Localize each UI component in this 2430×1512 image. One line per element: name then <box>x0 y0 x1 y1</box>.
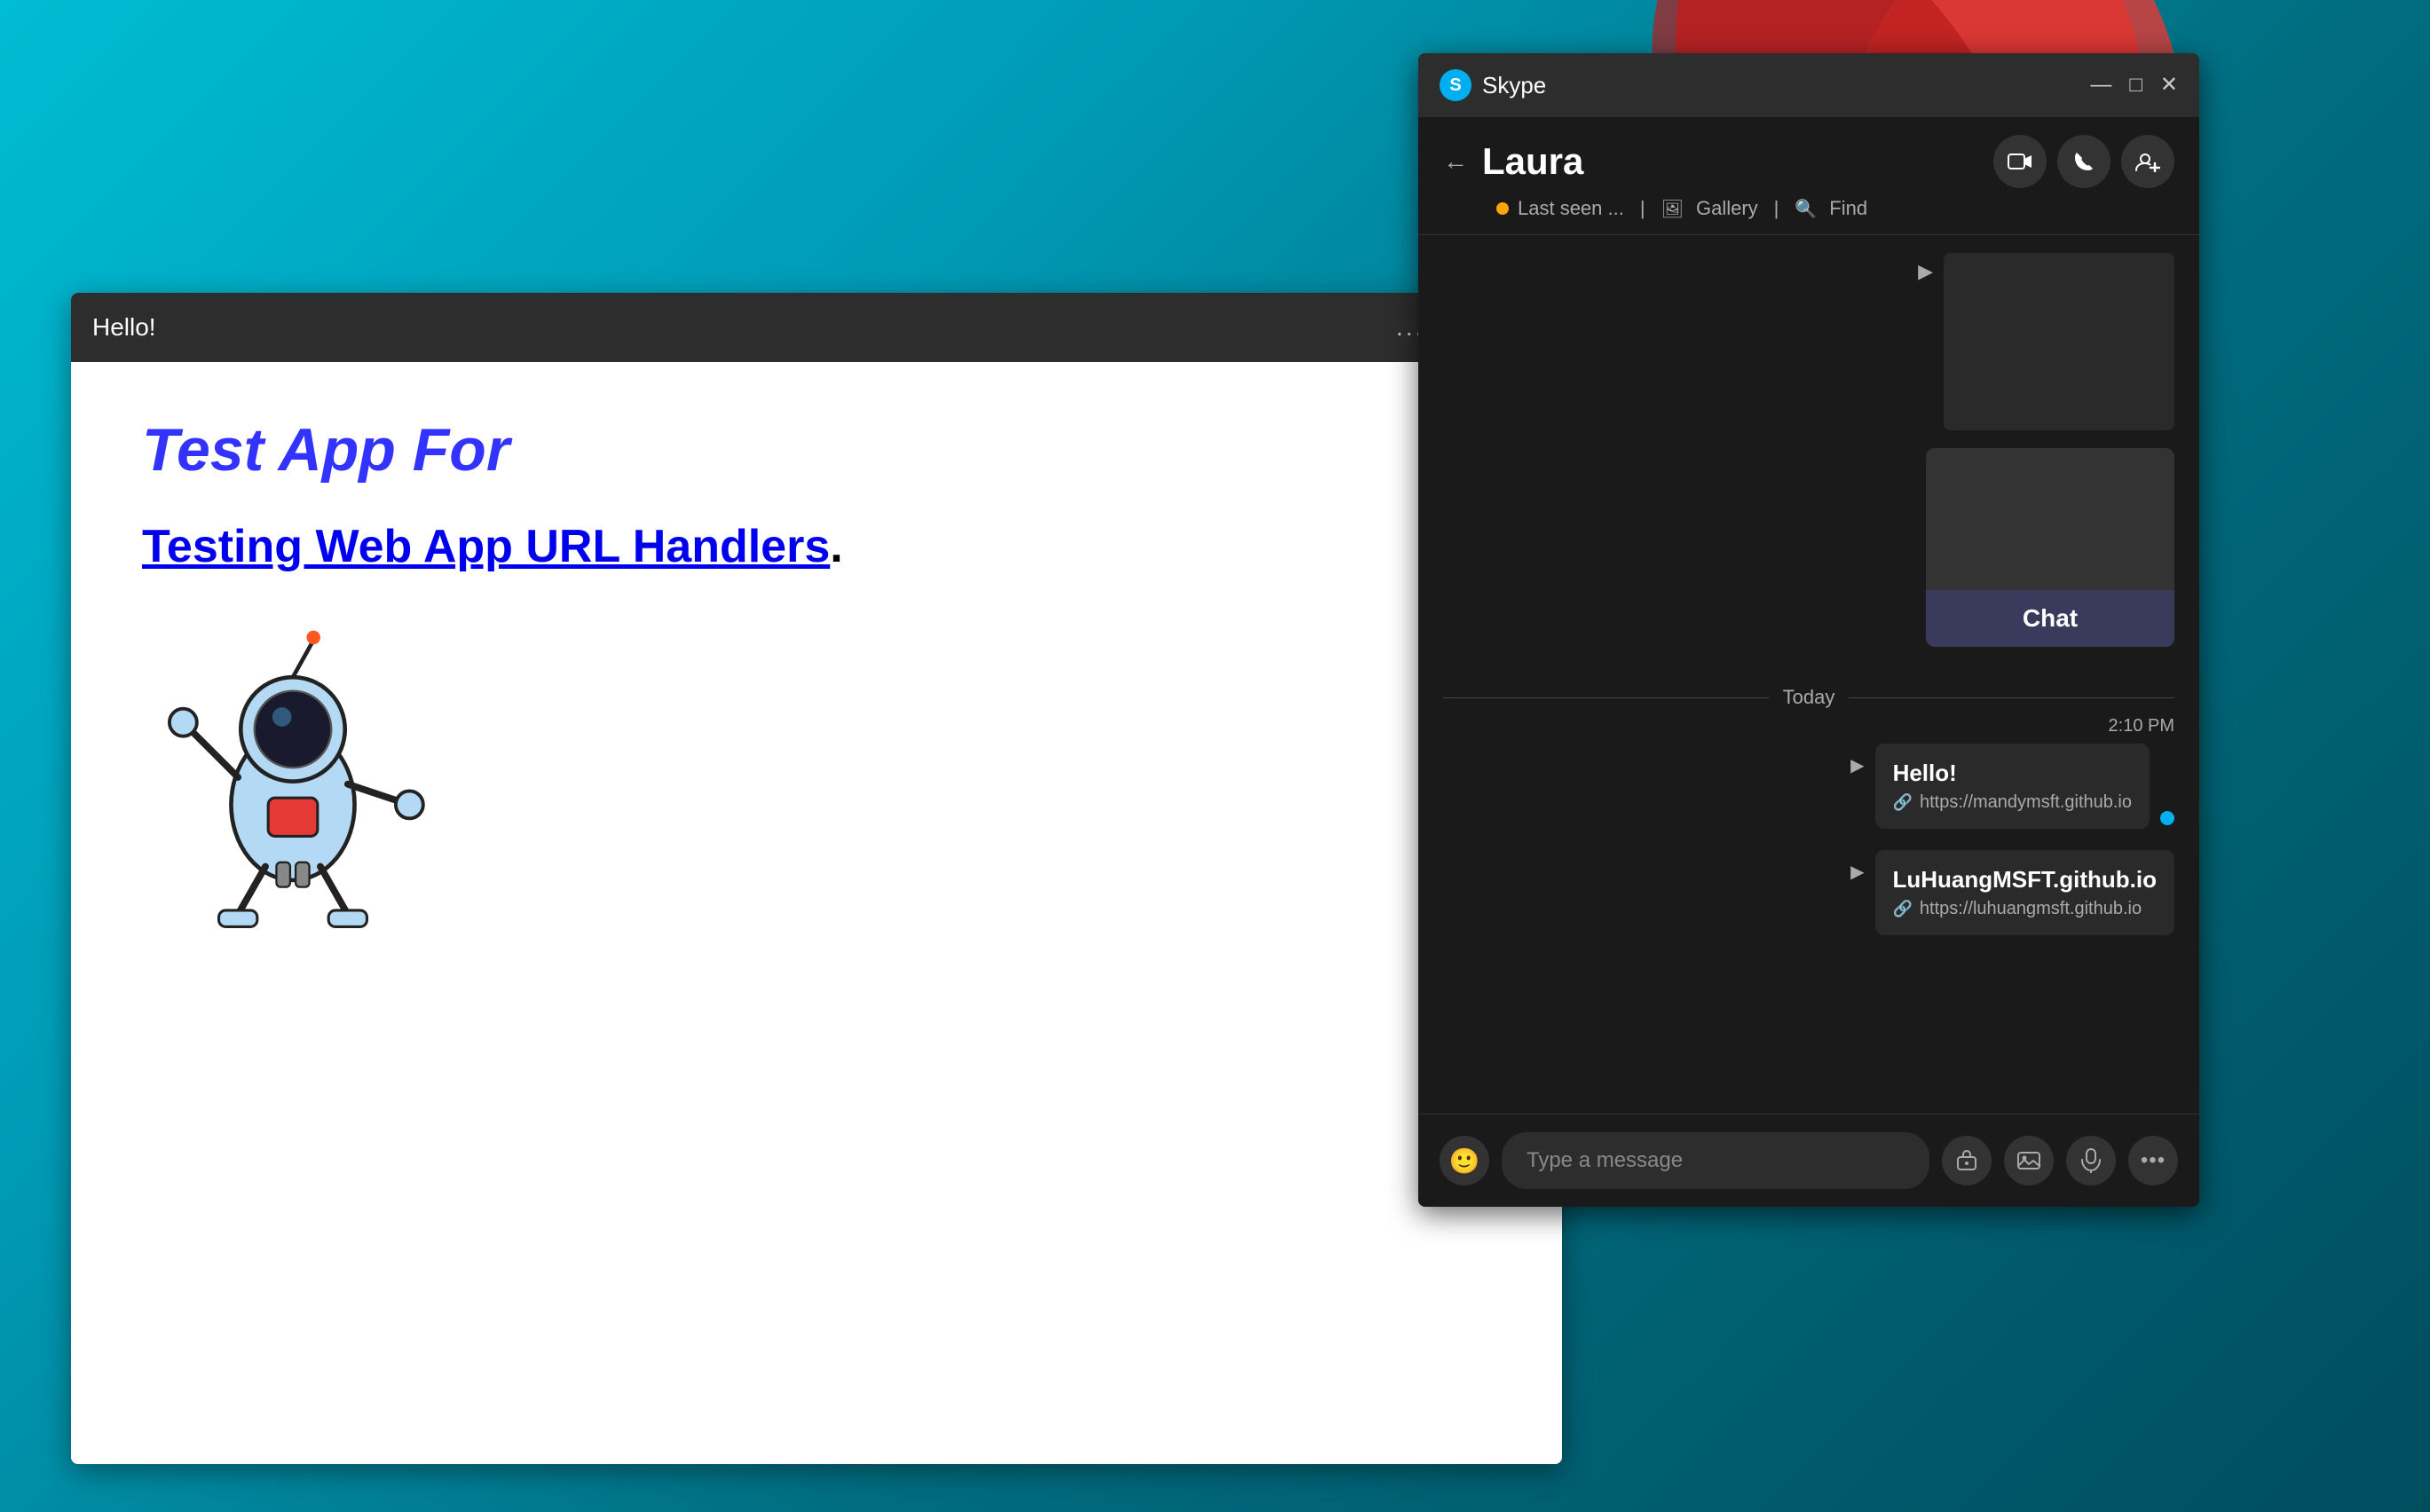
msg-link-2[interactable]: 🔗 https://luhuangmsft.github.io <box>1893 899 2158 919</box>
today-label: Today <box>1783 686 1835 709</box>
skype-video-button[interactable] <box>1993 135 2047 188</box>
media-thumbnail <box>1944 253 2174 430</box>
media-card: ▶ <box>1918 253 2174 430</box>
webapp-link-row: Testing Web App URL Handlers. <box>142 520 1491 573</box>
skype-find-icon: 🔍 <box>1795 198 1817 220</box>
msg-text-2: LuHuangMSFT.github.io <box>1893 866 2158 894</box>
skype-app-title: Skype <box>1482 72 1546 99</box>
astronaut-container <box>142 626 1491 933</box>
attach-file-button[interactable] <box>1942 1136 1992 1185</box>
webapp-content: Test App For Testing Web App URL Handler… <box>71 362 1562 1464</box>
msg-text-1: Hello! <box>1893 760 2132 787</box>
skype-contact-name: Laura <box>1482 140 1583 183</box>
divider-line-left <box>1443 697 1769 698</box>
emoji-button[interactable]: 🙂 <box>1440 1136 1489 1185</box>
skype-header-actions <box>1993 135 2174 188</box>
skype-maximize-button[interactable]: □ <box>2129 75 2142 96</box>
chat-label-card: Chat <box>1926 448 2174 647</box>
media-play-icon[interactable]: ▶ <box>1918 260 1933 283</box>
chat-card-label: Chat <box>1926 590 2174 647</box>
webapp-title: Hello! <box>92 313 156 342</box>
skype-close-button[interactable]: ✕ <box>2160 75 2178 96</box>
msg-link-1[interactable]: 🔗 https://mandymsft.github.io <box>1893 792 2132 813</box>
today-divider: Today <box>1443 686 2174 709</box>
skype-logo-icon: S <box>1440 69 1471 101</box>
skype-input-bar: 🙂 ••• <box>1418 1114 2199 1207</box>
skype-titlebar: S Skype — □ ✕ <box>1418 53 2199 117</box>
skype-add-contact-button[interactable] <box>2121 135 2174 188</box>
skype-contact-header: ← Laura <box>1418 117 2199 235</box>
message-timestamp: 2:10 PM <box>2109 716 2174 736</box>
astronaut-illustration <box>142 626 444 928</box>
skype-header-left: ← Laura <box>1443 140 1583 183</box>
msg-link-icon-1: 🔗 <box>1893 793 1913 812</box>
chat-label-thumbnail <box>1926 448 2174 590</box>
skype-chat-area: ▶ Chat Today 2:10 PM ▶ Hello! 🔗 https://… <box>1418 235 2199 1114</box>
webapp-window: Hello! ... — □ ✕ Test App For Testing We… <box>71 293 1562 1464</box>
skype-gallery-icon: 🖼 <box>1661 198 1684 220</box>
webapp-link[interactable]: Testing Web App URL Handlers <box>142 521 830 572</box>
skype-window: S Skype — □ ✕ ← Laura <box>1418 53 2199 1207</box>
webapp-titlebar: Hello! ... — □ ✕ <box>71 293 1562 362</box>
msg-link-text-2: https://luhuangmsft.github.io <box>1920 899 2142 919</box>
skype-last-seen: Last seen ... <box>1518 197 1624 220</box>
message-row: ▶ Hello! 🔗 https://mandymsft.github.io <box>1443 744 2174 829</box>
msg-link-text-1: https://mandymsft.github.io <box>1920 792 2132 813</box>
more-actions-button[interactable]: ••• <box>2128 1136 2178 1185</box>
msg-play-icon-1[interactable]: ▶ <box>1850 754 1864 776</box>
skype-minimize-button[interactable]: — <box>2090 75 2111 96</box>
skype-gallery-label[interactable]: Gallery <box>1696 197 1758 220</box>
webapp-heading: Test App For <box>142 415 1491 484</box>
message-input[interactable] <box>1502 1132 1929 1189</box>
message-row: ▶ LuHuangMSFT.github.io 🔗 https://luhuan… <box>1443 850 2174 935</box>
skype-title-left: S Skype <box>1440 69 1546 101</box>
status-indicator <box>1496 202 1509 215</box>
skype-find-label[interactable]: Find <box>1829 197 1867 220</box>
message-bubble-2: LuHuangMSFT.github.io 🔗 https://luhuangm… <box>1875 850 2175 935</box>
msg-link-icon-2: 🔗 <box>1893 900 1913 918</box>
msg-play-icon-2[interactable]: ▶ <box>1850 861 1864 883</box>
skype-back-button[interactable]: ← <box>1443 147 1468 176</box>
skype-status-bar: Last seen ... | 🖼 Gallery | 🔍 Find <box>1443 197 2174 220</box>
image-button[interactable] <box>2004 1136 2054 1185</box>
message-bubble-1: Hello! 🔗 https://mandymsft.github.io <box>1875 744 2150 829</box>
mic-button[interactable] <box>2066 1136 2116 1185</box>
divider-line-right <box>1849 697 2174 698</box>
msg-status-dot-1 <box>2160 811 2174 825</box>
emoji-icon: 🙂 <box>1449 1146 1480 1176</box>
skype-header-top: ← Laura <box>1443 135 2174 188</box>
skype-call-button[interactable] <box>2057 135 2110 188</box>
skype-window-controls: — □ ✕ <box>2090 75 2178 96</box>
webapp-link-period: . <box>830 521 842 572</box>
